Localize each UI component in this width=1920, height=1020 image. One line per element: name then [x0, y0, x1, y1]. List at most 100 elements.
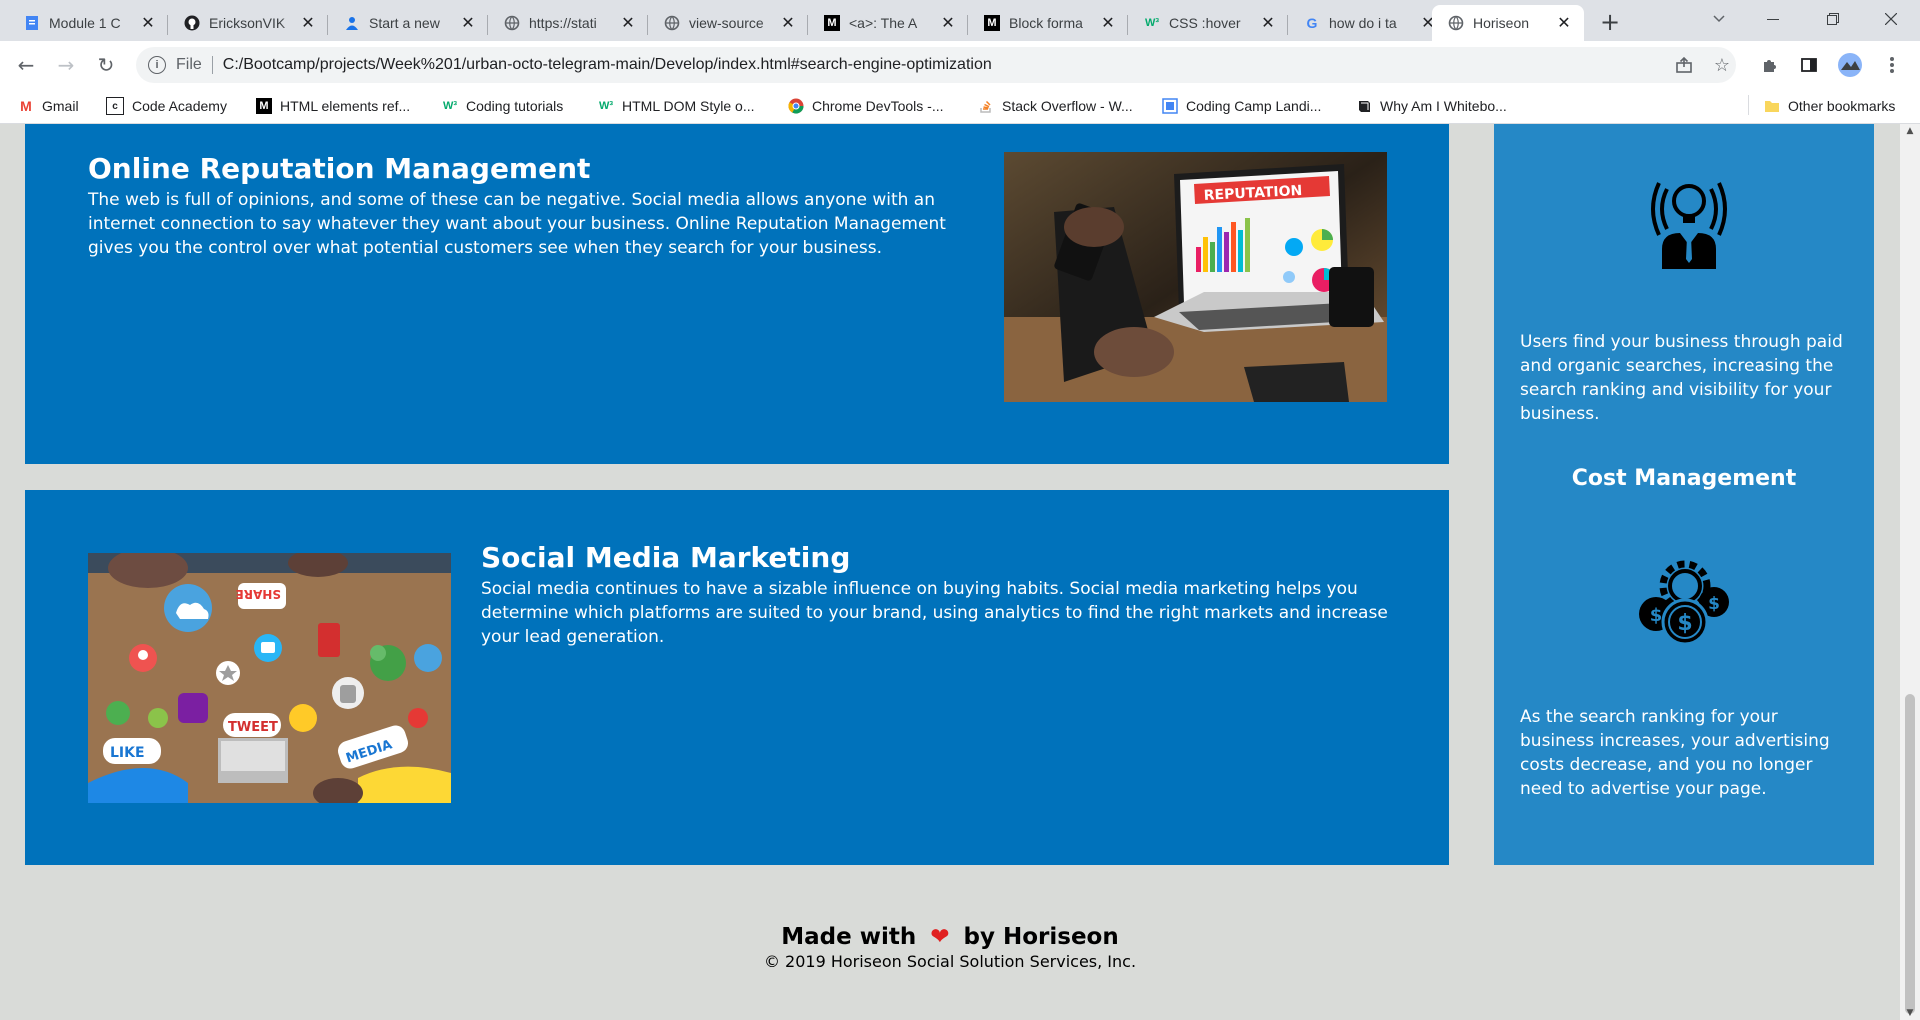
bookmark-label: Other bookmarks	[1788, 98, 1896, 114]
bookmark-code-academy[interactable]: c Code Academy	[106, 95, 227, 117]
tab-mdn-block[interactable]: M Block forma ✕	[968, 5, 1128, 41]
tab-title: view-source	[689, 15, 764, 31]
bookmark-coding-tutorials[interactable]: W³ Coding tutorials	[442, 95, 563, 117]
bookmark-html-elements[interactable]: M HTML elements ref...	[256, 95, 410, 117]
tab-title: <a>: The A	[849, 15, 918, 31]
page-scrollbar[interactable]: ▲ ▼	[1900, 124, 1920, 1020]
bookmark-other[interactable]: Other bookmarks	[1764, 95, 1895, 117]
made-with-text: Made with	[781, 924, 917, 950]
person-icon	[344, 15, 360, 31]
close-icon[interactable]: ✕	[1258, 13, 1278, 33]
globe-icon	[504, 15, 520, 31]
tab-title: https://stati	[529, 15, 597, 31]
social-media-title: Social Media Marketing	[481, 541, 851, 574]
tab-strip: Module 1 C ✕ EricksonVIK ✕ Start a new ✕…	[0, 0, 1920, 41]
tab-title: EricksonVIK	[209, 15, 286, 31]
tab-title: how do i ta	[1329, 15, 1397, 31]
tab-module1[interactable]: Module 1 C ✕	[8, 5, 168, 41]
tab-css-hover[interactable]: W³ CSS :hover ✕	[1128, 5, 1288, 41]
bookmark-whiteboard[interactable]: Why Am I Whitebo...	[1356, 95, 1507, 117]
doc-icon	[24, 15, 40, 31]
new-tab-button[interactable]: +	[1596, 8, 1624, 36]
w3-icon: W³	[1144, 17, 1160, 29]
back-arrow-icon[interactable]: ←	[10, 49, 42, 81]
bookmark-label: Code Academy	[132, 98, 227, 114]
tweet-word: TWEET	[228, 720, 278, 735]
book-icon	[1356, 98, 1372, 114]
divider	[211, 56, 213, 74]
bookmark-chrome-devtools[interactable]: Chrome DevTools -...	[788, 95, 943, 117]
bookmark-html-dom-style[interactable]: W³ HTML DOM Style o...	[598, 95, 755, 117]
social-media-text: Social media continues to have a sizable…	[481, 579, 1388, 647]
social-media-image: SHARE TWEET LIKE MEDIA	[88, 553, 451, 803]
globe-icon	[1448, 15, 1464, 31]
address-bar[interactable]: i File C:/Bootcamp/projects/Week%201/urb…	[136, 47, 1736, 83]
tab-view-source[interactable]: view-source ✕	[648, 5, 808, 41]
mdn-icon: M	[256, 98, 272, 114]
extensions-puzzle-icon[interactable]	[1756, 51, 1784, 79]
reputation-text: The web is full of opinions, and some of…	[88, 190, 946, 258]
by-horiseon-text: by Horiseon	[963, 924, 1119, 950]
restore-icon[interactable]	[1810, 0, 1856, 38]
lead-generation-icon	[1644, 171, 1734, 273]
copyright-text: © 2019 Horiseon Social Solution Services…	[763, 952, 1137, 971]
window-close-icon[interactable]	[1868, 0, 1914, 38]
tab-horiseon[interactable]: Horiseon ✕	[1432, 5, 1584, 41]
scheme-label: File	[176, 56, 202, 73]
reputation-card: Online Reputation Management The web is …	[25, 124, 1449, 464]
bookmarks-bar: M Gmail c Code Academy M HTML elements ref.…	[0, 89, 1920, 124]
tab-mdn-a[interactable]: M <a>: The A ✕	[808, 5, 968, 41]
folder-icon	[1764, 98, 1780, 114]
close-icon[interactable]: ✕	[138, 13, 158, 33]
mdn-icon: M	[824, 15, 840, 31]
avatar[interactable]	[1836, 51, 1864, 79]
reload-icon[interactable]: ↻	[90, 49, 122, 81]
share-icon[interactable]	[1670, 51, 1698, 79]
social-media-card: SHARE TWEET LIKE MEDIA Social Media Mark…	[25, 490, 1449, 865]
bookmark-stack-overflow[interactable]: Stack Overflow - W...	[978, 95, 1133, 117]
tab-google[interactable]: G how do i ta ✕	[1288, 5, 1448, 41]
url-text[interactable]: C:/Bootcamp/projects/Week%201/urban-octo…	[223, 56, 992, 74]
tab-start-new[interactable]: Start a new ✕	[328, 5, 488, 41]
bookmark-coding-camp[interactable]: Coding Camp Landi...	[1162, 95, 1321, 117]
forward-arrow-icon[interactable]: →	[50, 49, 82, 81]
tab-title: Start a new	[369, 15, 440, 31]
bookmark-label: HTML elements ref...	[280, 98, 411, 114]
close-icon[interactable]: ✕	[298, 13, 318, 33]
w3-icon: W³	[442, 100, 458, 112]
close-icon[interactable]: ✕	[1554, 13, 1574, 33]
side-panel-icon[interactable]	[1795, 51, 1823, 79]
scroll-down-arrow-icon[interactable]: ▼	[1904, 1008, 1916, 1018]
close-icon[interactable]: ✕	[1098, 13, 1118, 33]
globe-icon	[664, 15, 680, 31]
cost-management-icon: $ $ $	[1636, 552, 1734, 650]
bookmark-label: Gmail	[42, 98, 79, 114]
tab-static[interactable]: https://stati ✕	[488, 5, 648, 41]
bookmark-star-icon[interactable]: ☆	[1708, 51, 1736, 79]
close-icon[interactable]: ✕	[618, 13, 638, 33]
tab-title: Block forma	[1009, 15, 1083, 31]
bookmark-gmail[interactable]: M Gmail	[18, 95, 79, 117]
close-icon[interactable]: ✕	[778, 13, 798, 33]
scroll-up-arrow-icon[interactable]: ▲	[1904, 126, 1916, 136]
minimize-icon[interactable]	[1750, 0, 1796, 38]
bookmark-label: HTML DOM Style o...	[622, 98, 755, 114]
bookmark-label: Chrome DevTools -...	[812, 98, 944, 114]
tab-github[interactable]: EricksonVIK ✕	[168, 5, 328, 41]
bookmark-label: Coding Camp Landi...	[1186, 98, 1322, 114]
like-word: LIKE	[110, 745, 145, 761]
tab-title: CSS :hover	[1169, 15, 1241, 31]
tab-search-chevron-icon[interactable]	[1696, 0, 1742, 38]
svg-text:$: $	[1677, 611, 1692, 636]
svg-text:$: $	[1708, 594, 1720, 614]
page-viewport: Online Reputation Management The web is …	[0, 124, 1900, 1020]
footer: Made with ❤ by Horiseon © 2019 Horiseon …	[0, 924, 1900, 971]
scrollbar-thumb[interactable]	[1905, 694, 1915, 1014]
menu-kebab-icon[interactable]	[1878, 51, 1906, 79]
stackoverflow-icon	[978, 98, 994, 114]
bookmark-label: Why Am I Whitebo...	[1380, 98, 1507, 114]
close-icon[interactable]: ✕	[458, 13, 478, 33]
tab-title: Horiseon	[1473, 15, 1530, 31]
close-icon[interactable]: ✕	[938, 13, 958, 33]
info-icon[interactable]: i	[148, 56, 166, 74]
